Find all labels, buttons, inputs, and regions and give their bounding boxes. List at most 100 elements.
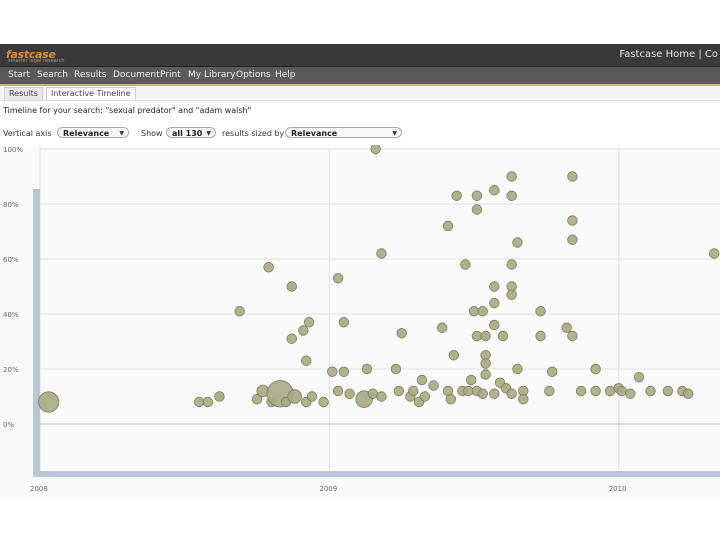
menu-bar: Start Search Results Document Print My L… — [0, 67, 720, 86]
tab-interactive-timeline[interactable]: Interactive Timeline — [46, 87, 136, 100]
result-bubble[interactable] — [512, 237, 523, 248]
result-bubble[interactable] — [428, 380, 439, 391]
result-bubble[interactable] — [518, 394, 529, 405]
result-bubble[interactable] — [575, 385, 587, 397]
result-bubble[interactable] — [393, 385, 405, 397]
result-bubble[interactable] — [451, 190, 462, 201]
result-bubble[interactable] — [298, 325, 309, 336]
result-bubble[interactable] — [376, 391, 387, 402]
result-bubble[interactable] — [506, 388, 517, 399]
result-bubble[interactable] — [567, 330, 578, 342]
result-bubble[interactable] — [416, 374, 428, 386]
show-count-select[interactable]: all 130 ▼ — [166, 127, 216, 138]
result-bubble[interactable] — [419, 391, 431, 402]
result-bubble[interactable] — [465, 374, 477, 386]
result-bubble[interactable] — [489, 297, 500, 309]
result-bubble[interactable] — [477, 306, 488, 317]
menu-print[interactable]: Print — [160, 70, 181, 80]
result-bubble[interactable] — [318, 396, 329, 408]
result-bubble[interactable] — [234, 306, 245, 317]
result-bubble[interactable] — [682, 388, 694, 399]
show-count-value: all 130 — [172, 129, 203, 138]
vertical-axis-select[interactable]: Relevance ▼ — [57, 127, 129, 138]
result-bubble[interactable] — [561, 322, 572, 333]
result-bubble[interactable] — [376, 248, 387, 259]
menu-document[interactable]: Document — [113, 70, 160, 80]
menu-help[interactable]: Help — [275, 70, 296, 80]
home-link[interactable]: Fastcase Home | Co — [619, 49, 718, 60]
menu-start[interactable]: Start — [8, 70, 30, 80]
result-bubble[interactable] — [408, 385, 419, 397]
result-bubble[interactable] — [396, 328, 407, 339]
result-bubble[interactable] — [338, 317, 350, 328]
sized-by-select[interactable]: Relevance ▼ — [285, 127, 402, 138]
result-bubble[interactable] — [390, 363, 402, 375]
result-bubble[interactable] — [306, 391, 318, 402]
result-bubble[interactable] — [604, 385, 616, 397]
result-bubble[interactable] — [38, 391, 60, 413]
result-bubble[interactable] — [590, 363, 601, 375]
result-bubble[interactable] — [463, 385, 474, 397]
result-bubble[interactable] — [480, 330, 491, 342]
menu-options[interactable]: Options — [236, 70, 271, 80]
result-bubble[interactable] — [338, 366, 350, 377]
result-bubble[interactable] — [489, 319, 500, 331]
result-bubble[interactable] — [645, 385, 656, 397]
result-bubble[interactable] — [301, 355, 312, 366]
result-bubble[interactable] — [471, 330, 483, 342]
result-bubble[interactable] — [535, 330, 546, 342]
result-bubble[interactable] — [616, 385, 627, 397]
result-bubble[interactable] — [286, 333, 297, 344]
result-bubble[interactable] — [489, 388, 500, 399]
result-bubble[interactable] — [544, 385, 555, 397]
result-bubble[interactable] — [471, 190, 483, 201]
result-bubble[interactable] — [361, 363, 373, 375]
result-bubble[interactable] — [546, 366, 558, 377]
result-bubble[interactable] — [567, 234, 578, 245]
result-bubble[interactable] — [506, 171, 517, 182]
result-bubble[interactable] — [214, 391, 225, 402]
result-bubble[interactable] — [202, 396, 214, 408]
result-bubble[interactable] — [460, 259, 471, 270]
result-bubble[interactable] — [344, 388, 355, 399]
result-bubble[interactable] — [477, 388, 488, 399]
result-bubble[interactable] — [332, 273, 344, 284]
result-bubble[interactable] — [263, 262, 274, 273]
result-bubble[interactable] — [437, 322, 448, 333]
result-bubble[interactable] — [480, 369, 491, 380]
result-bubble[interactable] — [506, 190, 517, 201]
result-bubble[interactable] — [287, 389, 302, 404]
result-bubble[interactable] — [286, 281, 297, 292]
result-bubble[interactable] — [497, 330, 509, 342]
result-bubble[interactable] — [471, 204, 483, 215]
result-bubble[interactable] — [625, 388, 636, 399]
timeline-chart[interactable]: 0% 20% 40% 60% 80% 100% 2008 2009 2010 — [0, 145, 720, 497]
menu-results[interactable]: Results — [74, 70, 107, 80]
result-bubble[interactable] — [367, 388, 378, 399]
result-bubble[interactable] — [448, 350, 459, 361]
result-bubble[interactable] — [567, 171, 578, 182]
menu-my-library[interactable]: My Library — [188, 70, 235, 80]
result-bubble[interactable] — [506, 259, 517, 270]
result-bubble[interactable] — [709, 248, 720, 259]
result-bubble[interactable] — [332, 385, 344, 397]
result-bubble[interactable] — [489, 185, 500, 196]
result-bubble[interactable] — [303, 317, 315, 328]
result-bubble[interactable] — [535, 306, 546, 317]
result-bubble[interactable] — [193, 396, 205, 408]
menu-search[interactable]: Search — [37, 70, 68, 80]
result-bubble[interactable] — [590, 385, 601, 397]
result-bubble[interactable] — [445, 394, 457, 405]
result-bubble[interactable] — [633, 372, 645, 383]
result-bubble[interactable] — [327, 366, 338, 377]
result-bubble[interactable] — [480, 358, 491, 369]
result-bubble[interactable] — [567, 215, 578, 226]
result-bubble[interactable] — [512, 363, 523, 375]
result-bubble[interactable] — [662, 385, 674, 397]
result-bubble[interactable] — [489, 281, 500, 292]
result-bubble[interactable] — [506, 289, 517, 300]
result-bubble[interactable] — [442, 220, 454, 232]
tab-results[interactable]: Results — [4, 87, 43, 100]
result-bubble[interactable] — [370, 145, 381, 155]
result-bubble[interactable] — [468, 306, 480, 317]
